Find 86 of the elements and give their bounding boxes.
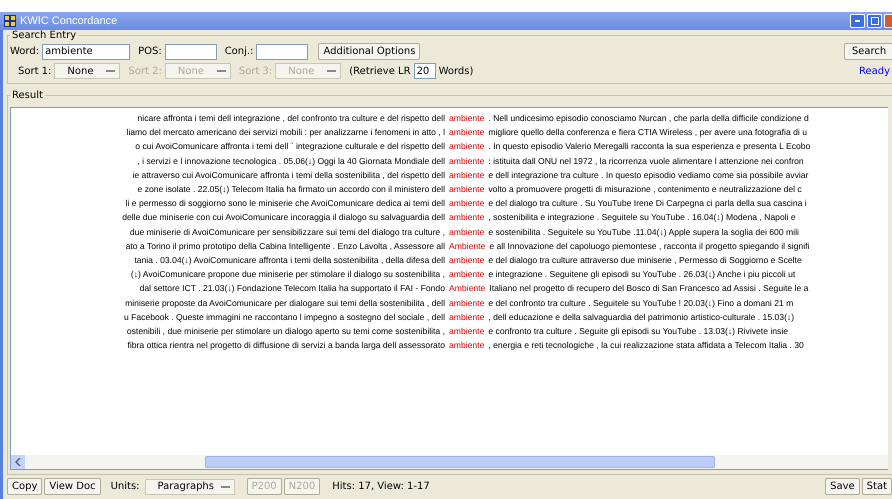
scrollbar-thumb[interactable]	[205, 456, 715, 468]
words-label: Words)	[438, 66, 474, 76]
keyword: ambiente	[449, 141, 484, 152]
additional-options-button[interactable]: Additional Options	[318, 43, 420, 60]
keyword: ambiente	[449, 226, 484, 237]
stats-button[interactable]: Stat	[862, 478, 892, 495]
word-label: Word:	[10, 46, 40, 57]
keyword: ambiente	[449, 254, 484, 265]
pos-field[interactable]	[164, 44, 217, 60]
save-button[interactable]: Save	[825, 478, 860, 495]
left-context: (↓) AvoiComunicare propone due miniserie per stimolare il dialogo su sostenibilita ,	[130, 269, 445, 280]
left-context: ostenibili , due miniserie per stimolare un dialogo aperto su temi come sostenibilita ,	[126, 326, 445, 336]
view-doc-button[interactable]: View Doc	[44, 478, 101, 495]
keyword: ambiente	[449, 113, 484, 124]
left-context: li e permesso di soggiorno sono le miniserie che AvoiComunicare dedica ai temi dell	[124, 198, 445, 208]
keyword: ambiente	[449, 312, 484, 322]
right-context: e del dialogo tra culture attraverso due miniserie , Permesso di Soggiorno e Scelte	[488, 254, 802, 265]
minimize-button[interactable]	[850, 14, 865, 28]
retrieve-count-field[interactable]: 20	[414, 63, 436, 79]
left-context: ie attraverso cui AvoiComunicare affronta i temi della sostenibilita , del rispetto dell	[131, 170, 445, 180]
pos-label: POS:	[138, 46, 162, 57]
right-context: e del confronto tra culture . Seguitele su YouTube ! 20.03(↓) Fino a domani 21 m	[488, 298, 794, 308]
left-context: u Facebook . Queste immagini ne raccontano l impegno a sostegno del sociale , dell	[122, 312, 445, 322]
right-context: , energia e reti tecnologiche , la cui realizzazione stata affidata a Telecom Italia . 30	[488, 340, 804, 350]
keyword: ambiente	[449, 127, 484, 138]
keyword: ambiente	[449, 198, 484, 208]
minimize-icon	[855, 20, 860, 22]
conj-label: Conj.:	[224, 46, 254, 57]
status-text: Ready	[858, 66, 890, 76]
right-context: . Nell undicesimo episodio conosciamo Nurcan , che parla della difficile condizione d	[488, 113, 809, 124]
right-context: migliore quello della conferenza e fiera CTIA Wireless , per avere una fotografia di u	[488, 127, 807, 138]
right-context: e all Innovazione del capoluogo piemontese , racconta il progetto spiegando il signifi	[489, 240, 810, 251]
left-context: fibra ottica rientra nel progetto di diffusione di servizi a banda larga dell assessorato	[126, 340, 445, 350]
right-context: e del dialogo tra culture . Su YouTube Irene Di Carpegna ci parla della sua cascina i	[488, 198, 807, 208]
left-context: o cui AvoiComunicare affronta i temi dell ` integrazione culturale e del rispetto dell	[134, 141, 445, 152]
scroll-left-button[interactable]	[11, 455, 25, 469]
left-context: nicare affronta i temi dell integrazione , del confronto tra culture e del rispetto dell	[136, 113, 445, 124]
left-context: tania . 03.04(↓) AvoiComunicare affronta i temi della sostenibilita , della difesa dell	[133, 254, 445, 265]
keyword: ambiente	[449, 340, 484, 350]
left-context: dal settore ICT . 21.03(↓) Fondazione Telecom Italia ha supportato il FAI - Fondo	[138, 283, 445, 294]
right-context: . In questo episodio Valerio Meregalli racconta la sua esperienza e presenta L Ecobo	[488, 141, 810, 152]
window-title: KWIC Concordance	[20, 15, 118, 27]
close-button[interactable]	[884, 14, 892, 28]
keyword: ambiente	[449, 184, 484, 194]
sort-dropdown[interactable]: None	[54, 63, 120, 79]
right-context: e integrazione . Seguitene gli episodi su YouTube . 26.03(↓) Anche i piu piccoli ut	[488, 269, 796, 280]
keyword: ambiente	[449, 298, 484, 308]
left-context: ato a Torino il primo prototipo della Cabina Intelligente . Enzo Lavolta , Assessore all	[124, 240, 445, 251]
horizontal-scrollbar[interactable]	[11, 455, 888, 469]
keyword: ambiente	[449, 156, 484, 166]
units-label: Units:	[110, 481, 140, 492]
sort-label: Sort 2:	[128, 66, 162, 76]
hits-text: Hits: 17, View: 1-17	[332, 481, 430, 492]
right-context: e confronto tra culture . Seguite gli episodi su YouTube . 13.03(↓) Rivivete insie	[488, 326, 788, 336]
keyword: ambiente	[449, 212, 484, 222]
left-context: miniserie proposte da AvoiComunicare per dialogare sui temi della sostenibilita , dell	[124, 298, 445, 308]
right-context: , sostenibilita e integrazione . Seguitele su YouTube . 16.04(↓) Modena , Napoli e	[488, 212, 796, 222]
left-context: e zone isolate . 22.05(↓) Telecom Italia ha firmato un accordo con il ministero dell	[136, 184, 445, 194]
keyword: ambiente	[449, 170, 484, 180]
copy-button[interactable]: Copy	[7, 478, 42, 495]
keyword: ambiente	[449, 269, 484, 280]
maximize-button[interactable]	[867, 14, 882, 28]
app-icon	[4, 15, 16, 27]
sort-label: Sort 1:	[18, 66, 52, 76]
conj-field[interactable]	[256, 44, 308, 60]
units-dropdown[interactable]: Paragraphs	[144, 478, 235, 494]
retrieve-label: (Retrieve LR	[349, 66, 411, 76]
left-context: due miniserie di AvoiComunicare per sensibilizzare sui temi del dialogo tra culture ,	[128, 226, 445, 237]
group-label: Search Entry	[11, 30, 78, 41]
right-context: : istituita dall ONU nel 1972 , la ricorrenza vuole alimentare l attenzione nei confron	[488, 156, 804, 166]
word-field[interactable]: ambiente	[42, 44, 130, 60]
right-context: , dell educazione e della salvaguardia del patrimonio artistico-culturale . 15.03(↓)	[488, 312, 794, 322]
right-context: e dell integrazione tra culture . In questo episodio vediamo come sia possibile avviar	[488, 170, 808, 180]
keyword: ambiente	[449, 326, 484, 336]
keyword: Ambiente	[449, 283, 486, 294]
search-button[interactable]: Search	[844, 43, 892, 60]
left-context: liamo del mercato americano dei servizi mobili : per analizzarne i fenomeni in atto , l	[125, 127, 445, 138]
maximize-icon	[870, 17, 878, 25]
right-context: e sostenibilita . Seguitele su YouTube .11.04(↓) Apple supera la soglia dei 600 mili	[488, 226, 799, 237]
left-context: delle due miniserie con cui AvoiComunicare incoraggia il dialogo su salvaguardia dell	[121, 212, 445, 222]
left-context: , i servizi e l innovazione tecnologica . 05.06(↓) Oggi la 40 Giornata Mondiale dell	[136, 156, 445, 166]
group-label: Result	[11, 90, 44, 101]
sort-label: Sort 3:	[238, 66, 272, 76]
right-context: Italiano nel progetto di recupero del Bosco di San Francesco ad Assisi . Seguite le a	[489, 283, 808, 294]
keyword: Ambiente	[449, 240, 486, 251]
right-context: volto a promuovere progetti di misurazione , contenimento e neutralizzazione del c	[488, 184, 802, 194]
